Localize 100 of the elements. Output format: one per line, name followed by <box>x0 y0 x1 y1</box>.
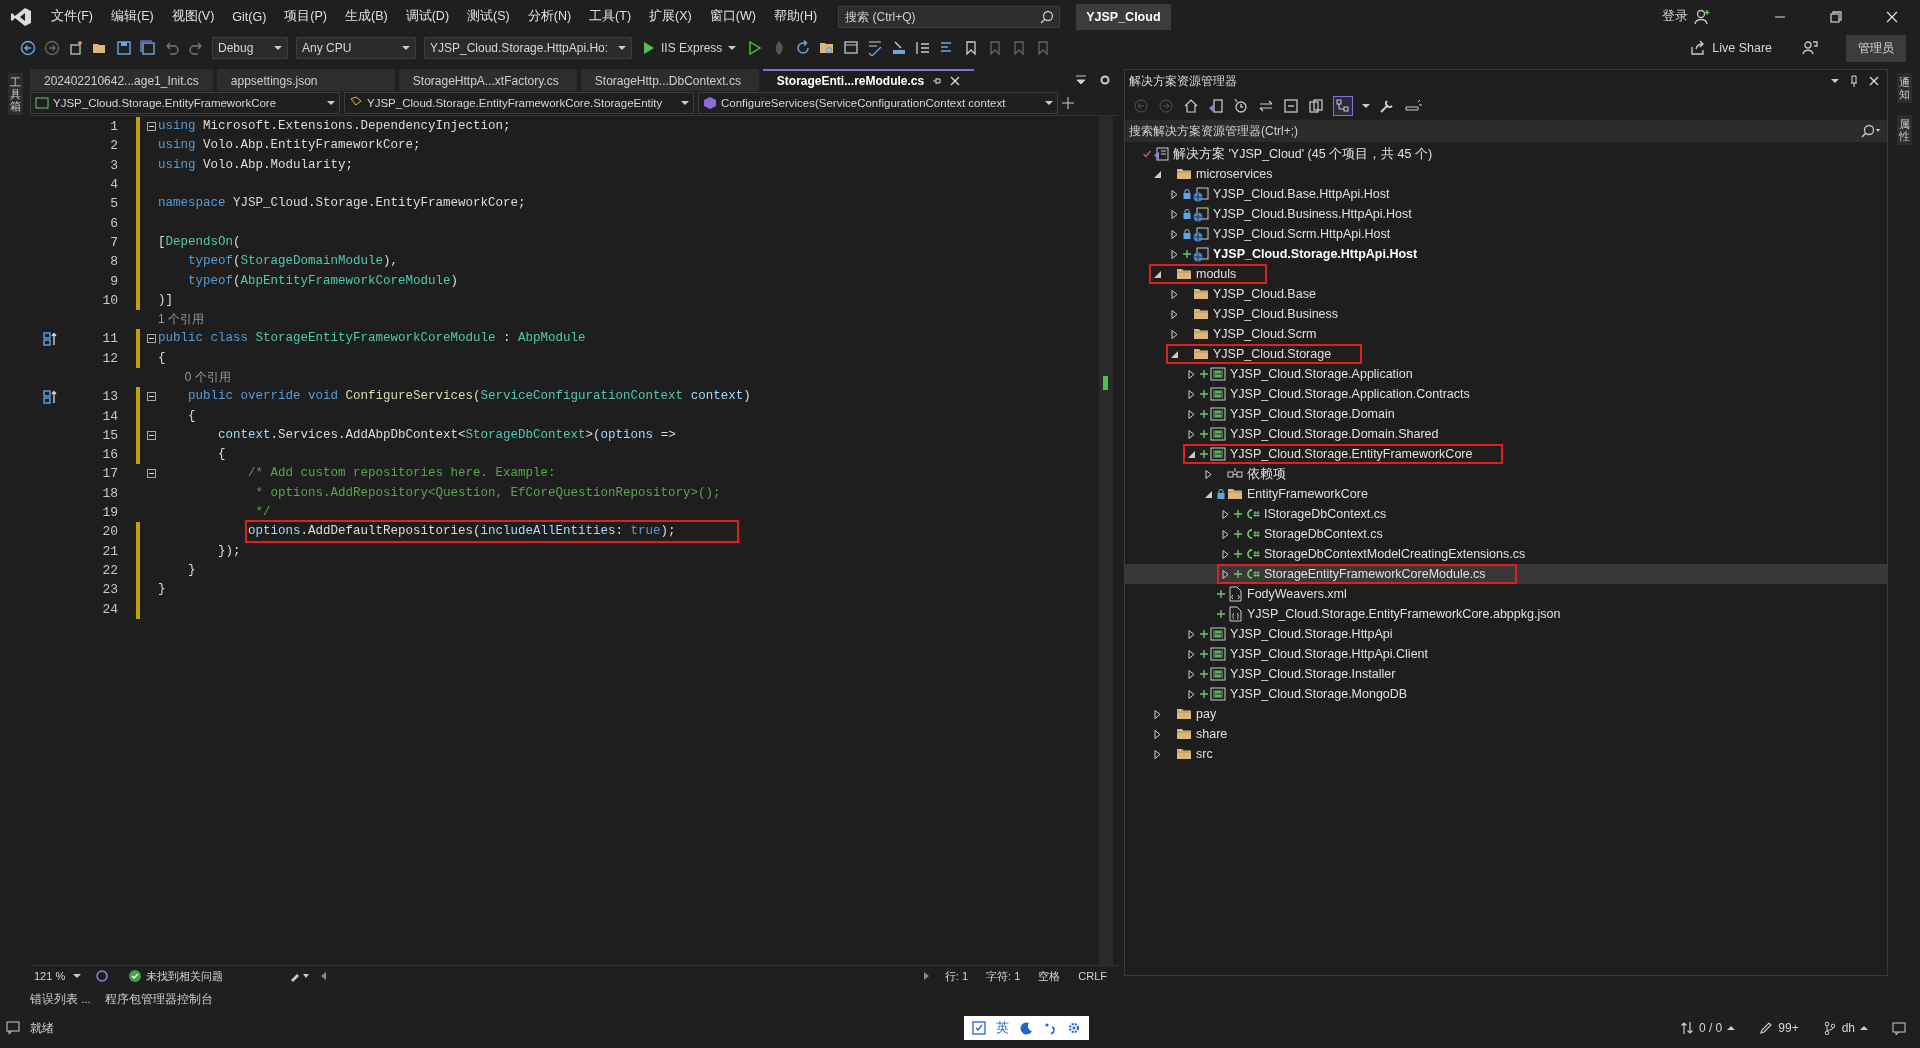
tree-item[interactable]: EntityFrameworkCore <box>1125 484 1887 504</box>
tree-item[interactable]: 解决方案 'YJSP_Cloud' (45 个项目，共 45 个) <box>1125 144 1887 164</box>
output-icon[interactable] <box>6 1021 20 1035</box>
collapse-icon[interactable] <box>146 430 156 440</box>
settings-icon[interactable] <box>1099 74 1111 86</box>
line-indicator[interactable]: 行: 1 <box>940 968 973 984</box>
properties-icon[interactable] <box>1379 98 1395 114</box>
tree-item[interactable]: YJSP_Cloud.Business <box>1125 304 1887 324</box>
save-all-icon[interactable] <box>140 40 156 56</box>
account-icon[interactable] <box>1694 8 1710 25</box>
expanded-arrow-icon[interactable] <box>1152 269 1162 279</box>
tree-item[interactable]: moduls <box>1125 264 1887 284</box>
collapsed-arrow-icon[interactable] <box>1169 249 1179 259</box>
login-link[interactable]: 登录 <box>1662 8 1688 25</box>
tree-item[interactable]: YJSP_Cloud.Storage.EntityFrameworkCore <box>1125 444 1887 464</box>
tree-item[interactable]: pay <box>1125 704 1887 724</box>
file-tab[interactable]: 202402210642...age1_Init.cs <box>30 69 213 91</box>
admin-button[interactable]: 管理员 <box>1846 34 1906 62</box>
tree-item[interactable]: YJSP_Cloud.Storage <box>1125 344 1887 364</box>
collapsed-arrow-icon[interactable] <box>1220 549 1230 559</box>
collapsed-arrow-icon[interactable] <box>1169 289 1179 299</box>
collapsed-arrow-icon[interactable] <box>1152 729 1162 739</box>
collapsed-arrow-icon[interactable] <box>1186 669 1196 679</box>
side-tab[interactable]: 属性 <box>1896 115 1912 146</box>
file-tab[interactable]: StorageHttp...DbContext.cs <box>580 69 759 91</box>
vs-logo-icon[interactable] <box>10 6 32 27</box>
menu-item[interactable]: 工具(T) <box>580 4 641 29</box>
refresh-icon[interactable] <box>795 40 812 56</box>
navigation-dropdown[interactable]: ConfigureServices(ServiceConfigurationContext context <box>698 92 1058 114</box>
menu-item[interactable]: 文件(F) <box>42 4 102 29</box>
tree-item[interactable]: src <box>1125 744 1887 764</box>
tree-item[interactable]: YJSP_Cloud.Storage.EntityFrameworkCore.abppkg.json <box>1125 604 1887 624</box>
collapsed-arrow-icon[interactable] <box>1169 309 1179 319</box>
reference-count-link[interactable]: 1 个引用 <box>158 312 204 327</box>
moon-icon[interactable] <box>1019 1021 1034 1035</box>
collapsed-arrow-icon[interactable] <box>1169 209 1179 219</box>
copilot-icon[interactable] <box>95 969 110 983</box>
navigation-dropdown[interactable]: YJSP_Cloud.Storage.EntityFrameworkCore.StorageEntity <box>344 92 694 114</box>
panel-tab[interactable]: 程序包管理器控制台 <box>104 989 213 1009</box>
ime-language[interactable]: 英 <box>996 1019 1010 1037</box>
solution-view-icon[interactable] <box>1208 98 1224 114</box>
issues-indicator[interactable]: 未找到相关问题 <box>129 968 280 984</box>
tree-item[interactable]: YJSP_Cloud.Base.HttpApi.Host <box>1125 184 1887 204</box>
redo-icon[interactable] <box>188 40 204 56</box>
pin-icon[interactable] <box>932 76 943 86</box>
dropdown-icon[interactable] <box>1831 78 1839 84</box>
indent-indicator[interactable]: 空格 <box>1034 968 1065 984</box>
play-outline-icon[interactable] <box>747 40 764 56</box>
tree-item[interactable]: FodyWeavers.xml <box>1125 584 1887 604</box>
folder-search-icon[interactable] <box>819 40 836 56</box>
collapsed-arrow-icon[interactable] <box>1220 569 1230 579</box>
expanded-arrow-icon[interactable] <box>1152 169 1162 179</box>
tree-item[interactable]: YJSP_Cloud.Scrm.HttpApi.Host <box>1125 224 1887 244</box>
collapsed-arrow-icon[interactable] <box>1220 509 1230 519</box>
restore-icon[interactable] <box>1830 10 1842 23</box>
live-share-button[interactable]: Live Share <box>1690 40 1772 56</box>
tree-item[interactable]: YJSP_Cloud.Storage.Installer <box>1125 664 1887 684</box>
collapsed-arrow-icon[interactable] <box>1152 709 1162 719</box>
tree-item[interactable]: YJSP_Cloud.Storage.HttpApi.Client <box>1125 644 1887 664</box>
feedback-icon[interactable] <box>1802 40 1818 56</box>
tree-item[interactable]: YJSP_Cloud.Scrm <box>1125 324 1887 344</box>
menu-item[interactable]: 视图(V) <box>162 4 224 29</box>
split-icon[interactable] <box>1062 97 1074 109</box>
toolbox-tab[interactable]: 工具箱 <box>7 73 23 116</box>
settings-icon[interactable] <box>1067 1021 1082 1035</box>
menu-item[interactable]: 测试(S) <box>458 4 519 29</box>
search-icon[interactable] <box>1861 124 1881 138</box>
tree-item[interactable]: YJSP_Cloud.Storage.Domain.Shared <box>1125 424 1887 444</box>
punctuation-icon[interactable] <box>1043 1021 1058 1035</box>
notifications-icon[interactable] <box>1892 1021 1908 1035</box>
tree-item[interactable]: StorageDbContext.cs <box>1125 524 1887 544</box>
sync-icon[interactable] <box>1258 98 1274 114</box>
collapsed-arrow-icon[interactable] <box>1186 689 1196 699</box>
search-field[interactable]: 搜索 (Ctrl+Q) <box>838 5 1061 28</box>
close-icon[interactable] <box>950 76 961 86</box>
caret-icon[interactable] <box>1362 103 1370 109</box>
scroll-right-icon[interactable] <box>922 971 931 981</box>
search-field[interactable]: 搜索解决方案资源管理器(Ctrl+;) <box>1125 120 1887 142</box>
collapsed-arrow-icon[interactable] <box>1186 429 1196 439</box>
spellcheck-icon[interactable] <box>867 40 884 56</box>
navigation-dropdown[interactable]: YJSP_Cloud.Storage.EntityFrameworkCore <box>30 92 340 114</box>
collapsed-arrow-icon[interactable] <box>1152 749 1162 759</box>
save-icon[interactable] <box>116 40 132 56</box>
panel-tab[interactable]: 错误列表 ... <box>30 989 91 1009</box>
override-icon[interactable] <box>43 389 57 404</box>
branch-button[interactable]: dh <box>1822 1021 1868 1035</box>
menu-item[interactable]: 帮助(H) <box>764 4 827 29</box>
window-icon[interactable] <box>843 40 860 56</box>
menu-item[interactable]: 窗口(W) <box>700 4 765 29</box>
collapsed-arrow-icon[interactable] <box>1220 529 1230 539</box>
override-icon[interactable] <box>43 331 57 346</box>
configuration-dropdown[interactable]: Debug <box>212 37 288 59</box>
expanded-arrow-icon[interactable] <box>1203 489 1213 499</box>
startup-project-dropdown[interactable]: YJSP_Cloud.Storage.HttpApi.Ho: <box>424 37 632 59</box>
platform-dropdown[interactable]: Any CPU <box>296 37 416 59</box>
tree-item[interactable]: YJSP_Cloud.Storage.Application.Contracts <box>1125 384 1887 404</box>
collapse-all-icon[interactable] <box>1283 98 1299 114</box>
collapsed-arrow-icon[interactable] <box>1186 369 1196 379</box>
collapsed-arrow-icon[interactable] <box>1186 389 1196 399</box>
file-tab[interactable]: appsettings.json <box>216 69 395 91</box>
